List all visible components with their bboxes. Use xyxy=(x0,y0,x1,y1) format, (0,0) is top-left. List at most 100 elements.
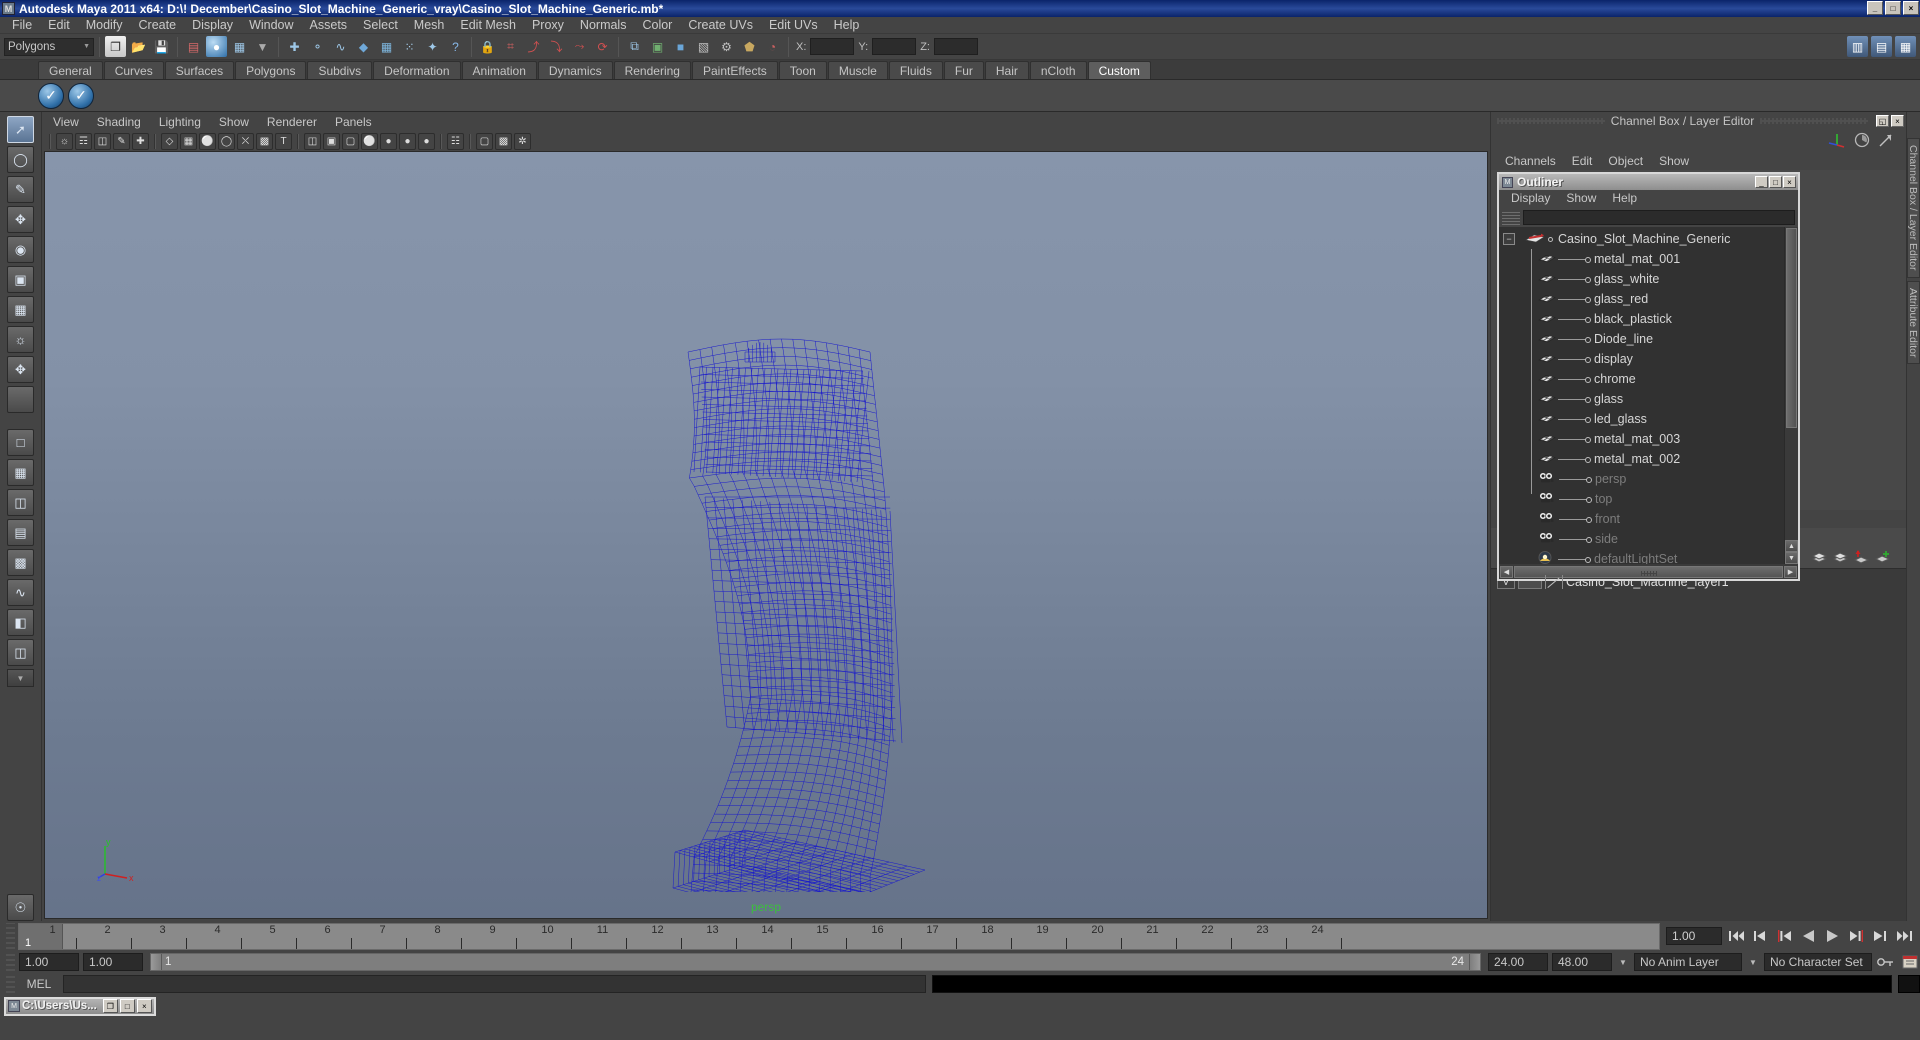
high-quality-render-icon[interactable]: ⚪ xyxy=(361,132,378,150)
go-to-start-icon[interactable] xyxy=(1726,927,1746,945)
outliner-item[interactable]: glass xyxy=(1499,389,1784,409)
snap-to-view-plane-icon[interactable]: ⟳ xyxy=(592,36,613,57)
menu-set-selector[interactable]: Polygons ▼ xyxy=(4,37,94,56)
smooth-preview-icon[interactable]: ▢ xyxy=(476,132,493,150)
step-back-frame-icon[interactable] xyxy=(1774,927,1794,945)
outliner-menu-show[interactable]: Show xyxy=(1558,190,1604,207)
new-layer-icon[interactable] xyxy=(1874,550,1891,564)
outliner-horizontal-scrollbar[interactable]: ◀ ▶ xyxy=(1499,564,1798,579)
range-start-handle[interactable] xyxy=(151,954,162,970)
perspective-viewport[interactable]: y x z persp xyxy=(44,151,1488,919)
taskbar-restore-button[interactable]: ❐ xyxy=(102,999,118,1013)
play-backwards-icon[interactable] xyxy=(1798,927,1818,945)
minimize-button[interactable]: _ xyxy=(1867,1,1883,15)
viewport-menu-shading[interactable]: Shading xyxy=(88,114,150,131)
selection-mask-menu-icon[interactable]: ▼ xyxy=(252,36,273,57)
close-panel-button[interactable]: × xyxy=(1891,115,1905,127)
show-hide-tool-settings-icon[interactable]: ▦ xyxy=(1895,36,1916,57)
snap-to-projected-icon[interactable]: ⤳ xyxy=(569,36,590,57)
hypershade-icon[interactable]: ⬟ xyxy=(739,36,760,57)
clock-icon[interactable] xyxy=(1854,132,1870,151)
shelf-tab-toon[interactable]: Toon xyxy=(778,61,827,79)
point-mask-icon[interactable]: ⚬ xyxy=(307,36,328,57)
show-hide-ui-icon[interactable]: ▥ xyxy=(1847,36,1868,57)
two-d-pan-zoom-icon[interactable]: ✚ xyxy=(132,132,149,150)
select-camera-icon[interactable]: ☼ xyxy=(56,132,73,150)
maximize-button[interactable]: □ xyxy=(1885,1,1901,15)
outliner-vertical-scrollbar[interactable]: ▲ ▼ xyxy=(1784,227,1798,564)
curve-mask-icon[interactable]: ∿ xyxy=(330,36,351,57)
menu-edit-uvs[interactable]: Edit UVs xyxy=(761,17,826,34)
outliner-window-controls[interactable]: _ □ × xyxy=(1755,176,1798,188)
panel-grip[interactable] xyxy=(1497,118,1605,124)
range-slider-grip[interactable] xyxy=(6,953,15,971)
shelf-button-2[interactable]: ✓ xyxy=(68,82,94,109)
render-settings-icon[interactable]: ⚙ xyxy=(716,36,737,57)
go-to-end-icon[interactable] xyxy=(1894,927,1914,945)
menu-normals[interactable]: Normals xyxy=(572,17,635,34)
shelf-tab-muscle[interactable]: Muscle xyxy=(827,61,888,79)
shelf-tab-general[interactable]: General xyxy=(38,61,103,79)
anim-end-field[interactable]: 1.00 xyxy=(83,953,143,971)
outliner-item[interactable]: persp xyxy=(1499,469,1784,489)
anim-layer-field[interactable]: No Anim Layer xyxy=(1634,953,1742,971)
menu-assets[interactable]: Assets xyxy=(302,17,356,34)
menu-proxy[interactable]: Proxy xyxy=(524,17,572,34)
outliner-item[interactable]: glass_red xyxy=(1499,289,1784,309)
snap-to-curve-icon[interactable]: ⤴ xyxy=(523,36,544,57)
quick-layout-expand-icon[interactable]: ▼ xyxy=(7,669,34,687)
window-controls[interactable]: _ □ × xyxy=(1867,1,1919,15)
current-time-indicator[interactable]: 1 xyxy=(19,923,63,949)
layout-four-view-icon[interactable]: ▦ xyxy=(7,459,34,486)
viewport-menu-panels[interactable]: Panels xyxy=(326,114,381,131)
outliner-item[interactable]: defaultLightSet xyxy=(1499,549,1784,564)
playback-start-field[interactable]: 24.00 xyxy=(1488,953,1548,971)
scroll-left-arrow-icon[interactable]: ◀ xyxy=(1500,565,1513,578)
layout-single-icon[interactable]: □ xyxy=(7,429,34,456)
outliner-close-button[interactable]: × xyxy=(1783,176,1796,188)
outliner-item[interactable]: front xyxy=(1499,509,1784,529)
key-icon[interactable] xyxy=(1876,953,1896,971)
last-tool-icon[interactable] xyxy=(7,386,34,413)
open-scene-icon[interactable]: 📂 xyxy=(128,36,149,57)
light-yellow-icon[interactable]: ● xyxy=(380,132,397,150)
show-manipulator-tool-icon[interactable]: ✥ xyxy=(7,356,34,383)
layout-outliner-graph-icon[interactable]: ◧ xyxy=(7,609,34,636)
viewport-menu-lighting[interactable]: Lighting xyxy=(150,114,210,131)
shelf-tab-curves[interactable]: Curves xyxy=(103,61,164,79)
universal-manipulator-icon[interactable]: ▦ xyxy=(7,296,34,323)
scale-tool-icon[interactable]: ▣ xyxy=(7,266,34,293)
soft-modification-tool-icon[interactable]: ☼ xyxy=(7,326,34,353)
texture-icon[interactable]: T xyxy=(275,132,292,150)
menu-mesh[interactable]: Mesh xyxy=(406,17,453,34)
viewport-menu-view[interactable]: View xyxy=(44,114,88,131)
menu-create-uvs[interactable]: Create UVs xyxy=(680,17,761,34)
render-current-frame-icon[interactable]: ■ xyxy=(670,36,691,57)
select-by-component-type-icon[interactable]: ▦ xyxy=(229,36,250,57)
time-slider-grip[interactable] xyxy=(6,923,15,949)
help-tool-icon[interactable]: ☉ xyxy=(7,894,34,921)
smooth-shade-all-icon[interactable]: ▦ xyxy=(180,132,197,150)
scroll-right-arrow-icon[interactable]: ▶ xyxy=(1784,565,1797,578)
channelbox-menu-edit[interactable]: Edit xyxy=(1564,152,1601,170)
anim-start-field[interactable]: 1.00 xyxy=(19,953,79,971)
shelf-tab-animation[interactable]: Animation xyxy=(461,61,537,79)
command-input[interactable] xyxy=(63,975,926,993)
step-back-keyframe-icon[interactable] xyxy=(1750,927,1770,945)
outliner-title-bar[interactable]: M Outliner _ □ × xyxy=(1499,174,1798,190)
y-field[interactable] xyxy=(872,38,917,55)
outliner-tree[interactable]: − Casino_Slot_Machine_Generic metal_mat_00… xyxy=(1499,227,1798,564)
light-tan-icon[interactable]: ● xyxy=(418,132,435,150)
misc-mask-icon[interactable]: ✦ xyxy=(422,36,443,57)
save-scene-icon[interactable]: 💾 xyxy=(151,36,172,57)
chevron-down-icon[interactable]: ▼ xyxy=(1616,953,1630,971)
ipr-render-icon[interactable]: ▧ xyxy=(693,36,714,57)
shelf-tab-deformation[interactable]: Deformation xyxy=(373,61,461,79)
layout-persp-graph-icon[interactable]: ▤ xyxy=(7,519,34,546)
layer-stack-icon[interactable] xyxy=(1811,550,1828,564)
menu-create[interactable]: Create xyxy=(131,17,185,34)
outliner-item[interactable]: metal_mat_001 xyxy=(1499,249,1784,269)
shelf-tab-dynamics[interactable]: Dynamics xyxy=(537,61,613,79)
outliner-menu-help[interactable]: Help xyxy=(1604,190,1645,207)
shelf-tab-painteffects[interactable]: PaintEffects xyxy=(691,61,778,79)
